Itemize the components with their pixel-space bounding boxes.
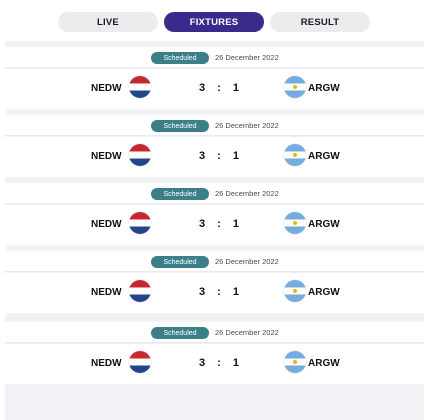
argentina-flag-icon: [284, 280, 306, 302]
away-score: 1: [232, 357, 239, 369]
match-date: 26 December 2022: [215, 121, 279, 130]
argentina-flag-icon: [284, 76, 306, 98]
away-team-name: ARGW: [308, 358, 340, 369]
fixture-tabs: LIVE FIXTURES RESULT: [58, 12, 370, 32]
home-score: 3: [199, 286, 206, 298]
netherlands-flag-icon: [129, 351, 151, 373]
away-score: 1: [232, 150, 239, 162]
match-card-body: NEDW 3 : 1 ARGW: [5, 137, 424, 177]
score-separator: :: [217, 286, 221, 298]
match-card-body: NEDW 3 : 1 ARGW: [5, 69, 424, 109]
home-team-name: NEDW: [91, 151, 122, 162]
away-team-name: ARGW: [308, 83, 340, 94]
match-card-header: Scheduled 26 December 2022: [5, 47, 424, 68]
match-card-body: NEDW 3 : 1 ARGW: [5, 205, 424, 245]
home-score: 3: [199, 150, 206, 162]
match-card-body: NEDW 3 : 1 ARGW: [5, 273, 424, 313]
status-badge: Scheduled: [151, 327, 209, 339]
match-score: 3 : 1: [199, 286, 239, 298]
status-badge: Scheduled: [151, 256, 209, 268]
match-score: 3 : 1: [199, 357, 239, 369]
match-date: 26 December 2022: [215, 53, 279, 62]
match-card[interactable]: Scheduled 26 December 2022 NEDW 3 : 1 AR…: [5, 251, 424, 313]
match-card[interactable]: Scheduled 26 December 2022 NEDW 3 : 1 AR…: [5, 47, 424, 109]
netherlands-flag-icon: [129, 76, 151, 98]
match-card-header: Scheduled 26 December 2022: [5, 115, 424, 136]
home-team-name: NEDW: [91, 287, 122, 298]
home-score: 3: [199, 218, 206, 230]
tab-fixtures[interactable]: FIXTURES: [164, 12, 264, 32]
tab-live[interactable]: LIVE: [58, 12, 158, 32]
score-separator: :: [217, 150, 221, 162]
home-team-name: NEDW: [91, 219, 122, 230]
home-team-name: NEDW: [91, 83, 122, 94]
match-card-header: Scheduled 26 December 2022: [5, 251, 424, 272]
match-card[interactable]: Scheduled 26 December 2022 NEDW 3 : 1 AR…: [5, 115, 424, 177]
match-score: 3 : 1: [199, 218, 239, 230]
away-team-name: ARGW: [308, 151, 340, 162]
tab-result[interactable]: RESULT: [270, 12, 370, 32]
match-card[interactable]: Scheduled 26 December 2022 NEDW 3 : 1 AR…: [5, 183, 424, 245]
home-team-name: NEDW: [91, 358, 122, 369]
argentina-flag-icon: [284, 351, 306, 373]
match-card-body: NEDW 3 : 1 ARGW: [5, 344, 424, 384]
home-score: 3: [199, 357, 206, 369]
netherlands-flag-icon: [129, 280, 151, 302]
status-badge: Scheduled: [151, 52, 209, 64]
netherlands-flag-icon: [129, 212, 151, 234]
match-date: 26 December 2022: [215, 257, 279, 266]
netherlands-flag-icon: [129, 144, 151, 166]
away-score: 1: [232, 218, 239, 230]
match-date: 26 December 2022: [215, 328, 279, 337]
away-team-name: ARGW: [308, 287, 340, 298]
status-badge: Scheduled: [151, 120, 209, 132]
score-separator: :: [217, 218, 221, 230]
away-score: 1: [232, 286, 239, 298]
argentina-flag-icon: [284, 212, 306, 234]
score-separator: :: [217, 82, 221, 94]
argentina-flag-icon: [284, 144, 306, 166]
fixtures-list: Scheduled 26 December 2022 NEDW 3 : 1 AR…: [5, 41, 424, 420]
status-badge: Scheduled: [151, 188, 209, 200]
match-card[interactable]: Scheduled 26 December 2022 NEDW 3 : 1 AR…: [5, 322, 424, 384]
match-score: 3 : 1: [199, 82, 239, 94]
away-team-name: ARGW: [308, 219, 340, 230]
match-card-header: Scheduled 26 December 2022: [5, 183, 424, 204]
match-card-header: Scheduled 26 December 2022: [5, 322, 424, 343]
match-date: 26 December 2022: [215, 189, 279, 198]
match-score: 3 : 1: [199, 150, 239, 162]
score-separator: :: [217, 357, 221, 369]
away-score: 1: [232, 82, 239, 94]
home-score: 3: [199, 82, 206, 94]
